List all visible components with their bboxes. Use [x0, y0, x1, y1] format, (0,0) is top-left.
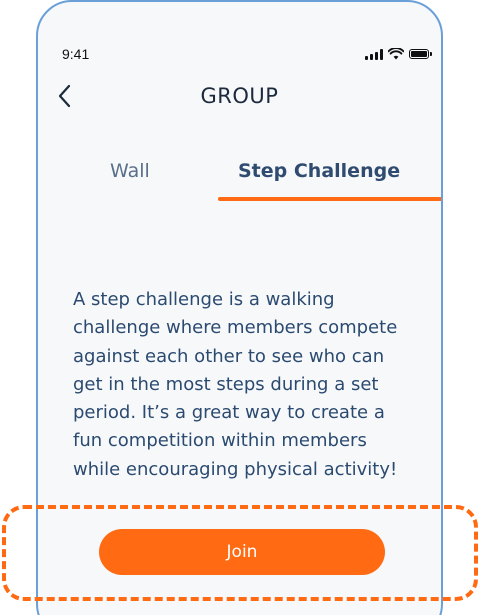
status-time: 9:41	[62, 46, 90, 62]
phone-frame: 9:41 GROUP Wall Step Challenge A step ch…	[36, 0, 443, 615]
active-tab-indicator	[218, 197, 441, 201]
canvas: 9:41 GROUP Wall Step Challenge A step ch…	[0, 0, 483, 615]
header: GROUP	[38, 82, 441, 112]
challenge-description: A step challenge is a walking challenge …	[73, 289, 398, 480]
tab-bar: Wall Step Challenge	[38, 160, 441, 204]
status-bar: 9:41	[38, 46, 441, 66]
status-icons	[365, 48, 432, 60]
join-button[interactable]: Join	[99, 529, 385, 575]
cellular-signal-icon	[365, 48, 383, 60]
tab-step-challenge[interactable]: Step Challenge	[238, 160, 400, 182]
tab-wall[interactable]: Wall	[110, 160, 150, 182]
battery-icon	[409, 49, 432, 59]
page-title: GROUP	[200, 84, 279, 108]
wifi-icon	[388, 48, 404, 60]
